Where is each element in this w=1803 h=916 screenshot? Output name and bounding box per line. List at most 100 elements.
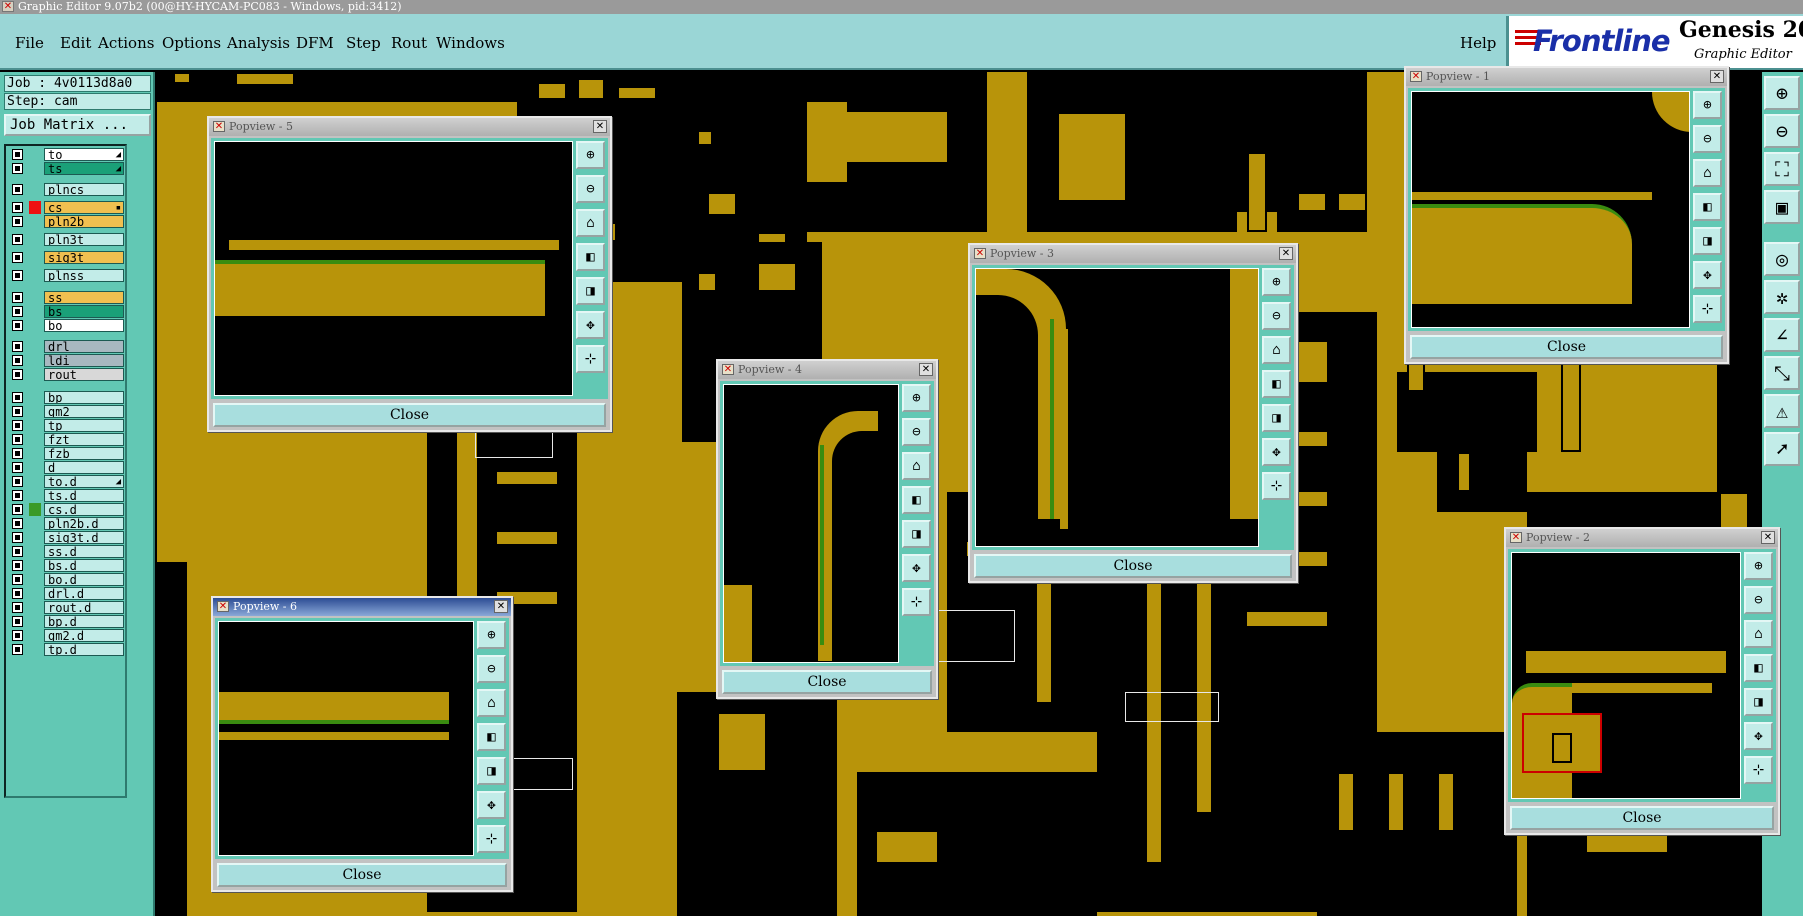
layer-name[interactable]: tp <box>44 419 124 432</box>
layer-checkbox[interactable] <box>12 355 23 366</box>
layer-checkbox[interactable] <box>12 406 23 417</box>
layer-color-swatch[interactable] <box>29 319 41 332</box>
layer-checkbox[interactable] <box>12 602 23 613</box>
pan-left-icon[interactable]: ◧ <box>576 243 605 271</box>
layer-color-swatch[interactable] <box>29 419 41 432</box>
layer-color-swatch[interactable] <box>29 305 41 318</box>
layer-checkbox[interactable] <box>12 184 23 195</box>
layer-color-swatch[interactable] <box>29 531 41 544</box>
layer-color-swatch[interactable] <box>29 215 41 228</box>
fit-icon[interactable]: ✥ <box>1262 438 1291 466</box>
layer-row-rout[interactable]: rout <box>8 368 124 381</box>
menu-dfm[interactable]: DFM <box>296 34 334 52</box>
pan-right-icon[interactable]: ◨ <box>1744 688 1773 716</box>
layer-color-swatch[interactable] <box>29 291 41 304</box>
layer-name[interactable]: pln2b.d <box>44 517 124 530</box>
popview-3-close-button[interactable]: Close <box>974 554 1292 578</box>
layer-name[interactable]: bp <box>44 391 124 404</box>
layer-checkbox[interactable] <box>12 341 23 352</box>
layer-name[interactable]: bs <box>44 305 124 318</box>
pan-left-icon[interactable]: ◧ <box>1744 654 1773 682</box>
popview-5-titlebar[interactable]: ✕ Popview - 5 <box>209 118 610 136</box>
layer-name[interactable]: d <box>44 461 124 474</box>
zoom-out-icon[interactable]: ⊖ <box>576 175 605 203</box>
fit-icon[interactable]: ✥ <box>1693 261 1722 289</box>
layer-color-swatch[interactable] <box>29 559 41 572</box>
layer-checkbox[interactable] <box>12 448 23 459</box>
layer-row-tp[interactable]: tp <box>8 419 124 432</box>
menu-options[interactable]: Options <box>162 34 221 52</box>
layer-row-pln3t[interactable]: pln3t <box>8 233 124 246</box>
center-icon[interactable]: ⊹ <box>576 345 605 373</box>
popview-4-close-button[interactable]: Close <box>722 670 932 694</box>
layer-row-fzt[interactable]: fzt <box>8 433 124 446</box>
layer-checkbox[interactable] <box>12 616 23 627</box>
pan-left-icon[interactable]: ◧ <box>902 486 931 514</box>
pan-left-icon[interactable]: ◧ <box>477 723 506 751</box>
layer-row-sig3t[interactable]: sig3t <box>8 251 124 264</box>
zoom-home-icon[interactable]: ⌂ <box>902 452 931 480</box>
layer-row-to[interactable]: to ◢ <box>8 148 124 161</box>
layer-checkbox[interactable] <box>12 420 23 431</box>
layer-color-swatch[interactable] <box>29 587 41 600</box>
layer-row-pln2b-d[interactable]: pln2b.d <box>8 517 124 530</box>
layer-name[interactable]: tp.d <box>44 643 124 656</box>
layer-checkbox[interactable] <box>12 234 23 245</box>
layer-row-cs-d[interactable]: cs.d <box>8 503 124 516</box>
layer-row-bs-d[interactable]: bs.d <box>8 559 124 572</box>
popview-6-titlebar[interactable]: ✕ Popview - 6 <box>213 598 511 616</box>
popview-2-view[interactable] <box>1511 552 1741 799</box>
layer-color-swatch[interactable] <box>29 148 41 161</box>
layer-name[interactable]: fzt <box>44 433 124 446</box>
popview-1-close-button[interactable]: Close <box>1410 335 1723 359</box>
layer-name[interactable]: sig3t.d <box>44 531 124 544</box>
layer-color-swatch[interactable] <box>29 201 41 214</box>
layer-row-bp[interactable]: bp <box>8 391 124 404</box>
menu-help[interactable]: Help <box>1460 34 1496 52</box>
pan-right-icon[interactable]: ◨ <box>477 757 506 785</box>
zoom-out-icon[interactable]: ⊖ <box>477 655 506 683</box>
zoom-home-icon[interactable]: ⌂ <box>1262 336 1291 364</box>
zoom-home-icon[interactable]: ⌂ <box>1744 620 1773 648</box>
layer-checkbox[interactable] <box>12 630 23 641</box>
layer-row-drl[interactable]: drl <box>8 340 124 353</box>
layer-checkbox[interactable] <box>12 462 23 473</box>
popview-3-titlebar[interactable]: ✕ Popview - 3 <box>970 245 1296 263</box>
layer-checkbox[interactable] <box>12 518 23 529</box>
popview-6-close-icon[interactable]: ✕ <box>494 600 508 613</box>
popview-2-titlebar[interactable]: ✕ Popview - 2 <box>1506 529 1778 547</box>
center-icon[interactable]: ⊹ <box>1744 756 1773 784</box>
pan-left-icon[interactable]: ◧ <box>1262 370 1291 398</box>
layer-color-swatch[interactable] <box>29 643 41 656</box>
popview-5-close-icon[interactable]: ✕ <box>593 120 607 133</box>
zoom-in-icon[interactable]: ⊕ <box>1764 76 1800 110</box>
layer-color-swatch[interactable] <box>29 573 41 586</box>
layer-checkbox[interactable] <box>12 392 23 403</box>
layer-color-swatch[interactable] <box>29 340 41 353</box>
menu-windows[interactable]: Windows <box>436 34 505 52</box>
layer-color-swatch[interactable] <box>29 405 41 418</box>
layer-row-ts-d[interactable]: ts.d <box>8 489 124 502</box>
popview-3-view[interactable] <box>975 268 1259 547</box>
menu-analysis[interactable]: Analysis <box>227 34 290 52</box>
layer-row-tp-d[interactable]: tp.d <box>8 643 124 656</box>
layer-color-swatch[interactable] <box>29 183 41 196</box>
layer-name[interactable]: plncs <box>44 183 124 196</box>
layer-color-swatch[interactable] <box>29 433 41 446</box>
pan-right-icon[interactable]: ◨ <box>1262 404 1291 432</box>
layer-checkbox[interactable] <box>12 574 23 585</box>
layer-name[interactable]: sig3t <box>44 251 124 264</box>
layer-name[interactable]: cs.d <box>44 503 124 516</box>
layer-color-swatch[interactable] <box>29 447 41 460</box>
zoom-in-icon[interactable]: ⊕ <box>477 621 506 649</box>
layer-checkbox[interactable] <box>12 644 23 655</box>
layer-color-swatch[interactable] <box>29 368 41 381</box>
center-icon[interactable]: ⊹ <box>477 825 506 853</box>
layer-name[interactable]: plnss <box>44 269 124 282</box>
layer-row-sig3t-d[interactable]: sig3t.d <box>8 531 124 544</box>
popview-4-view[interactable] <box>723 384 899 663</box>
popview-5-view[interactable] <box>214 141 573 396</box>
zoom-in-icon[interactable]: ⊕ <box>1744 552 1773 580</box>
layer-name[interactable]: bo.d <box>44 573 124 586</box>
fit-icon[interactable]: ✥ <box>902 554 931 582</box>
